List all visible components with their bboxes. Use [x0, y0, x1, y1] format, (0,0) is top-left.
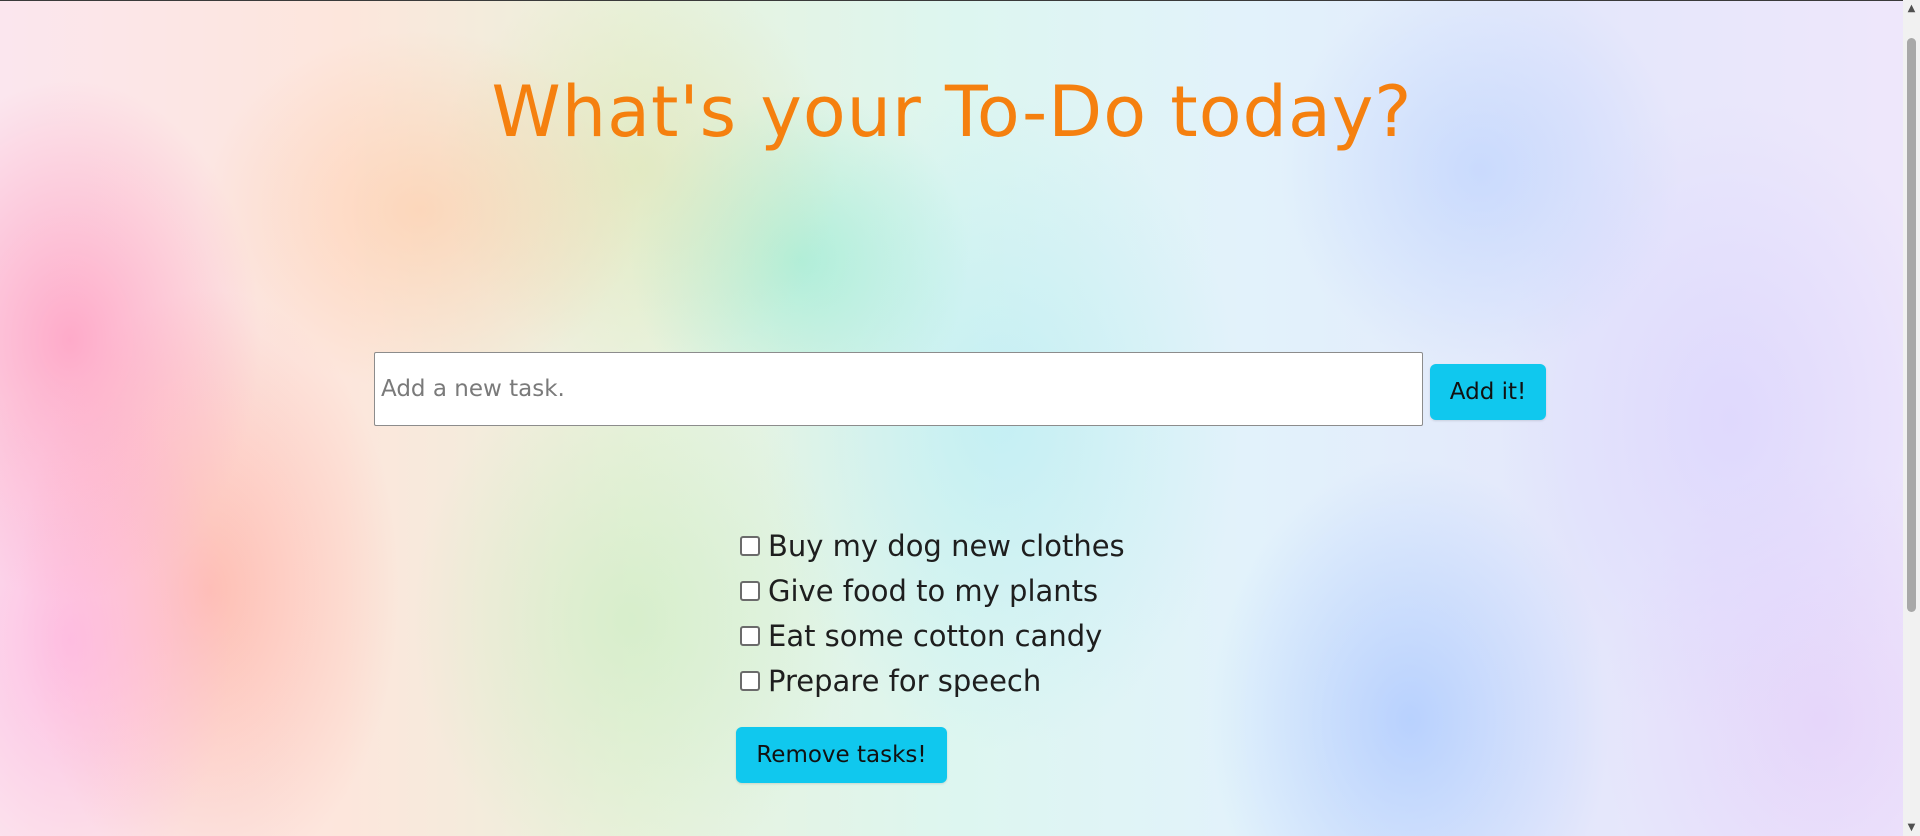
remove-tasks-button[interactable]: Remove tasks!	[736, 727, 947, 783]
task-item: Prepare for speech	[738, 658, 1298, 703]
page-title: What's your To-Do today?	[491, 71, 1413, 153]
new-task-input[interactable]	[374, 352, 1423, 426]
task-checkbox[interactable]	[740, 535, 760, 556]
task-list: Buy my dog new clothes Give food to my p…	[738, 523, 1298, 703]
task-checkbox[interactable]	[740, 625, 760, 646]
task-label: Prepare for speech	[768, 663, 1042, 698]
scrollbar-thumb[interactable]	[1907, 38, 1916, 612]
task-label: Buy my dog new clothes	[768, 528, 1125, 563]
vertical-scrollbar[interactable]: ▲ ▼	[1903, 0, 1920, 836]
task-item: Eat some cotton candy	[738, 613, 1298, 658]
add-task-button[interactable]: Add it!	[1430, 364, 1546, 420]
window-top-border	[0, 0, 1920, 1]
task-checkbox[interactable]	[740, 580, 760, 601]
task-label: Give food to my plants	[768, 573, 1099, 608]
task-checkbox[interactable]	[740, 670, 760, 691]
task-label: Eat some cotton candy	[768, 618, 1103, 653]
scroll-up-arrow-icon[interactable]: ▲	[1903, 0, 1920, 17]
task-item: Buy my dog new clothes	[738, 523, 1298, 568]
scroll-down-arrow-icon[interactable]: ▼	[1903, 819, 1920, 836]
task-item: Give food to my plants	[738, 568, 1298, 613]
